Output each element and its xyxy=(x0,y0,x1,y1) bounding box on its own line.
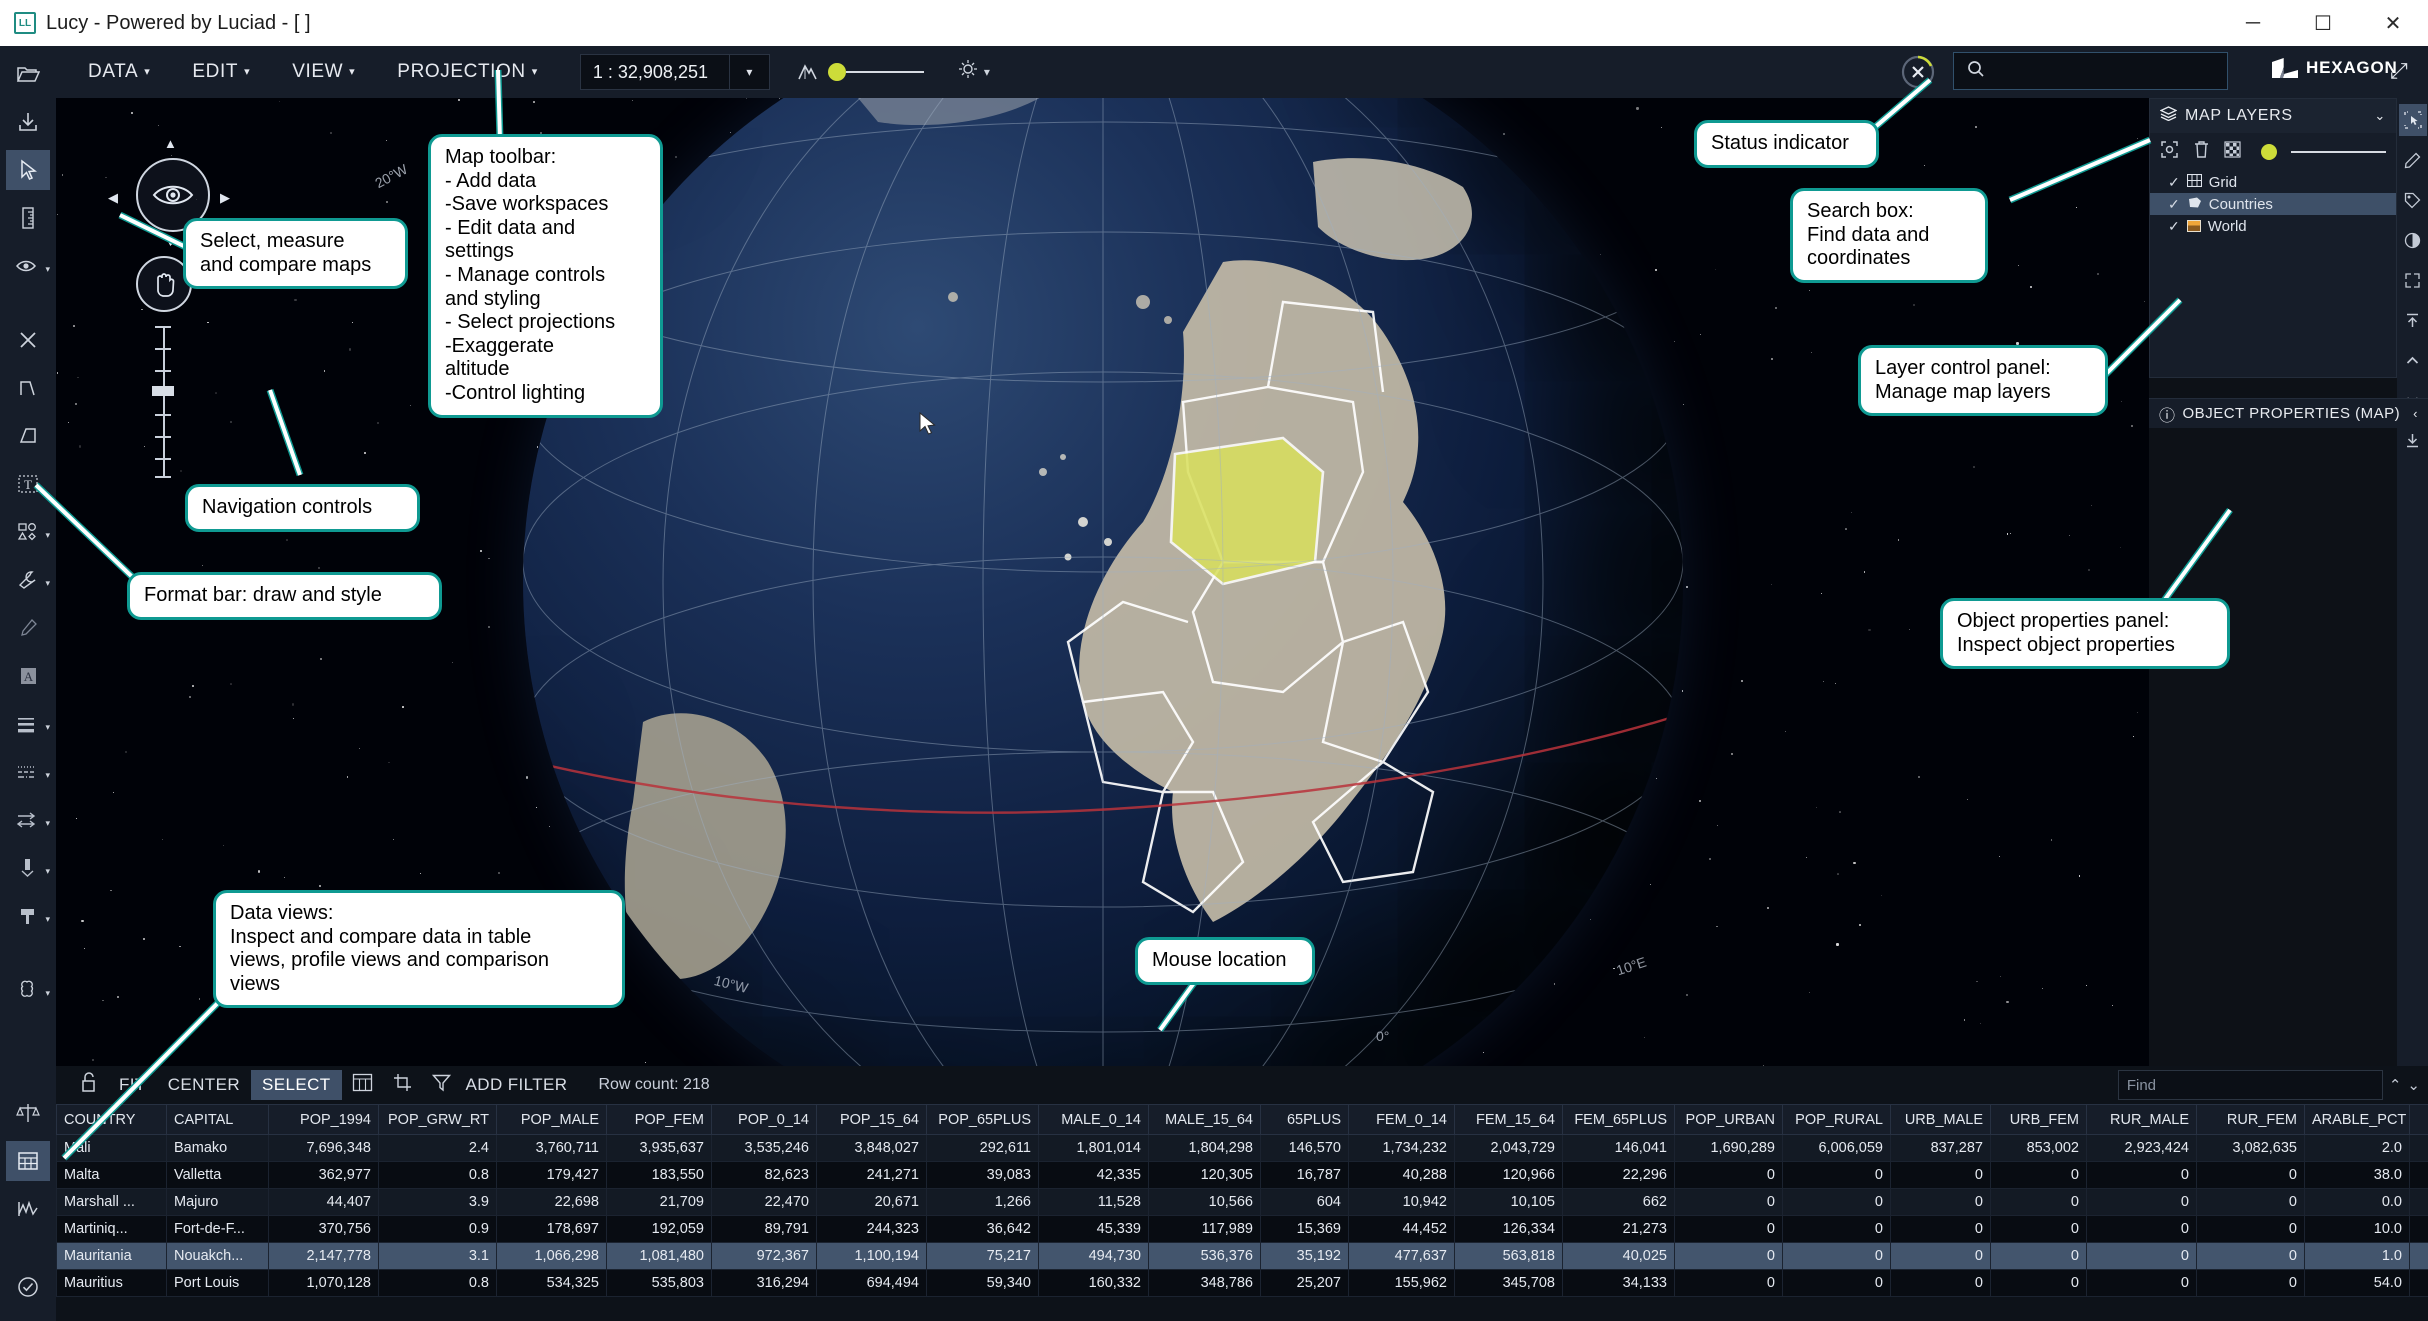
callout-search-box: Search box: Find data and coordinates xyxy=(1790,188,1988,283)
callout-mouse-location: Mouse location xyxy=(1135,937,1315,985)
callout-navigation: Navigation controls xyxy=(185,484,420,532)
callout-format-bar: Format bar: draw and style xyxy=(127,572,442,620)
callout-select-measure: Select, measure and compare maps xyxy=(183,218,408,290)
callout-data-views: Data views: Inspect and compare data in t… xyxy=(213,890,625,1009)
callout-object-properties: Object properties panel: Inspect object p… xyxy=(1940,598,2230,670)
callout-map-toolbar: Map toolbar: - Add data -Save workspaces - … xyxy=(428,134,663,418)
callout-status-indicator: Status indicator xyxy=(1694,120,1879,168)
callout-layer-control: Layer control panel: Manage map layers xyxy=(1858,345,2108,417)
